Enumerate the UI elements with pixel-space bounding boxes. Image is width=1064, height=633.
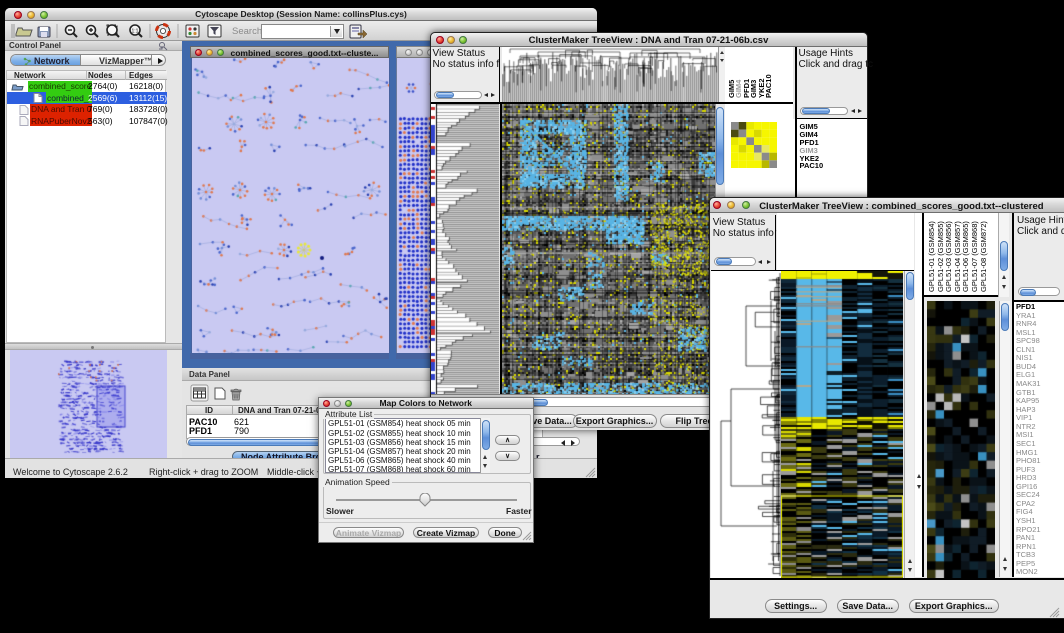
svg-text:1:1: 1:1	[132, 29, 139, 35]
